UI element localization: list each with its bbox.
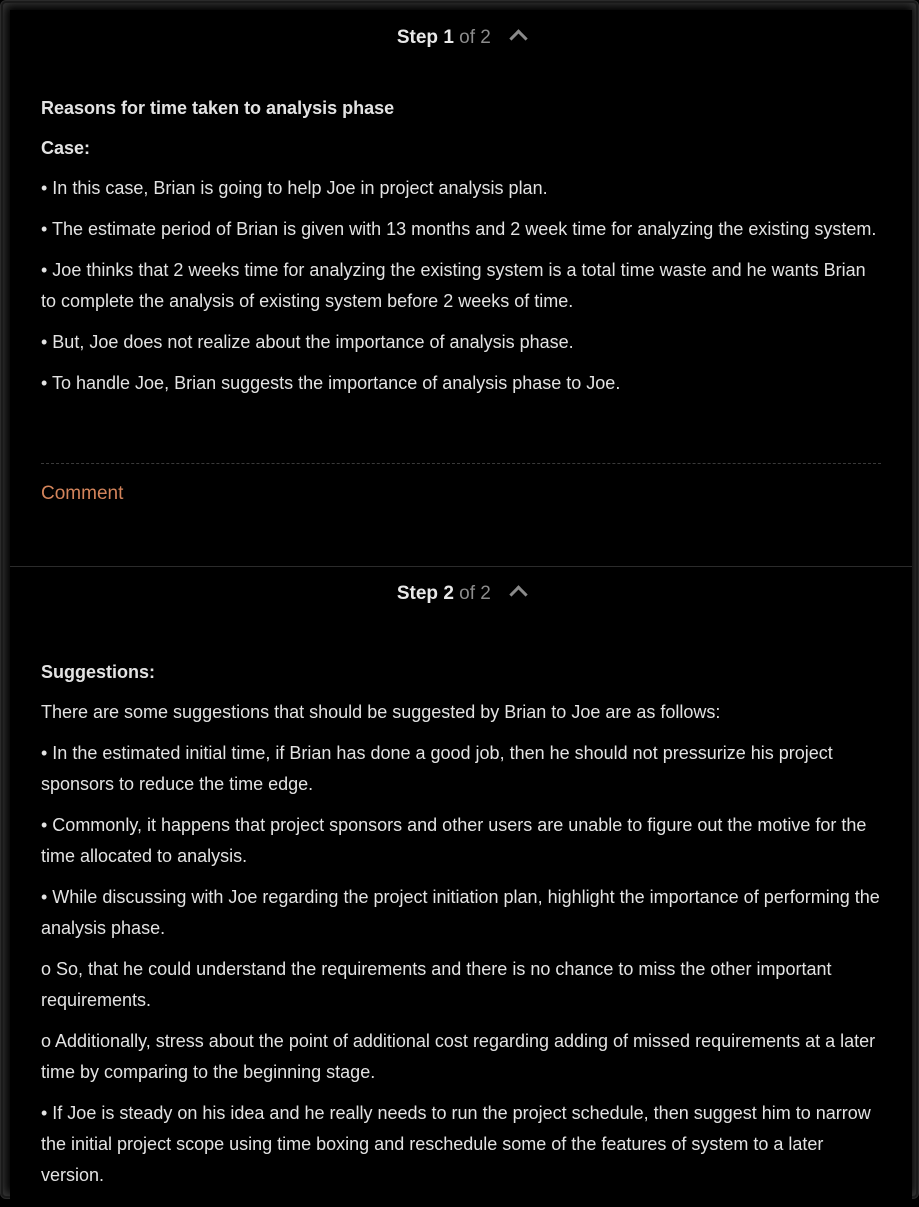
list-item: • While discussing with Joe regarding th… bbox=[41, 887, 880, 938]
chevron-up-icon[interactable] bbox=[509, 29, 528, 48]
step-1-content: Reasons for time taken to analysis phase… bbox=[41, 93, 881, 409]
list-item: • In this case, Brian is going to help J… bbox=[41, 178, 548, 198]
list-item: o So, that he could understand the requi… bbox=[41, 959, 832, 1010]
step-2-header[interactable]: Step 2 of 2 bbox=[10, 583, 912, 605]
list-item: • But, Joe does not realize about the im… bbox=[41, 332, 574, 352]
step-2-section: Step 2 of 2 Suggestions: There are some … bbox=[10, 567, 912, 1207]
step-1-header[interactable]: Step 1 of 2 bbox=[10, 27, 912, 49]
step-1-title: Reasons for time taken to analysis phase bbox=[41, 98, 395, 118]
list-item: • The estimate period of Brian is given … bbox=[41, 219, 877, 239]
list-item: • To handle Joe, Brian suggests the impo… bbox=[41, 373, 621, 393]
step-1-section: Step 1 of 2 Reasons for time taken to an… bbox=[10, 10, 912, 567]
list-item: o Additionally, stress about the point o… bbox=[41, 1031, 876, 1082]
step-2-of-total: of 2 bbox=[459, 583, 491, 604]
step-2-content: Suggestions: There are some suggestions … bbox=[41, 657, 881, 1201]
chevron-up-icon[interactable] bbox=[509, 585, 528, 604]
step-2-number: 2 bbox=[443, 583, 454, 604]
solution-frame: Step 1 of 2 Reasons for time taken to an… bbox=[0, 0, 919, 1200]
step-1-of-total: of 2 bbox=[459, 27, 491, 48]
list-item: • Commonly, it happens that project spon… bbox=[41, 815, 867, 866]
suggestions-label: Suggestions: bbox=[41, 662, 156, 682]
step-2-label: Step bbox=[396, 583, 439, 604]
list-item: • Joe thinks that 2 weeks time for analy… bbox=[41, 260, 866, 311]
solution-panel: Step 1 of 2 Reasons for time taken to an… bbox=[10, 10, 912, 1200]
step-1-label: Step bbox=[396, 27, 439, 48]
divider bbox=[41, 463, 881, 464]
step-1-number: 1 bbox=[443, 27, 454, 48]
case-label: Case: bbox=[41, 138, 91, 158]
list-item: • If Joe is steady on his idea and he re… bbox=[41, 1103, 871, 1185]
suggestions-intro: There are some suggestions that should b… bbox=[41, 702, 721, 722]
comment-link[interactable]: Comment bbox=[41, 482, 123, 506]
list-item: • In the estimated initial time, if Bria… bbox=[41, 743, 833, 794]
